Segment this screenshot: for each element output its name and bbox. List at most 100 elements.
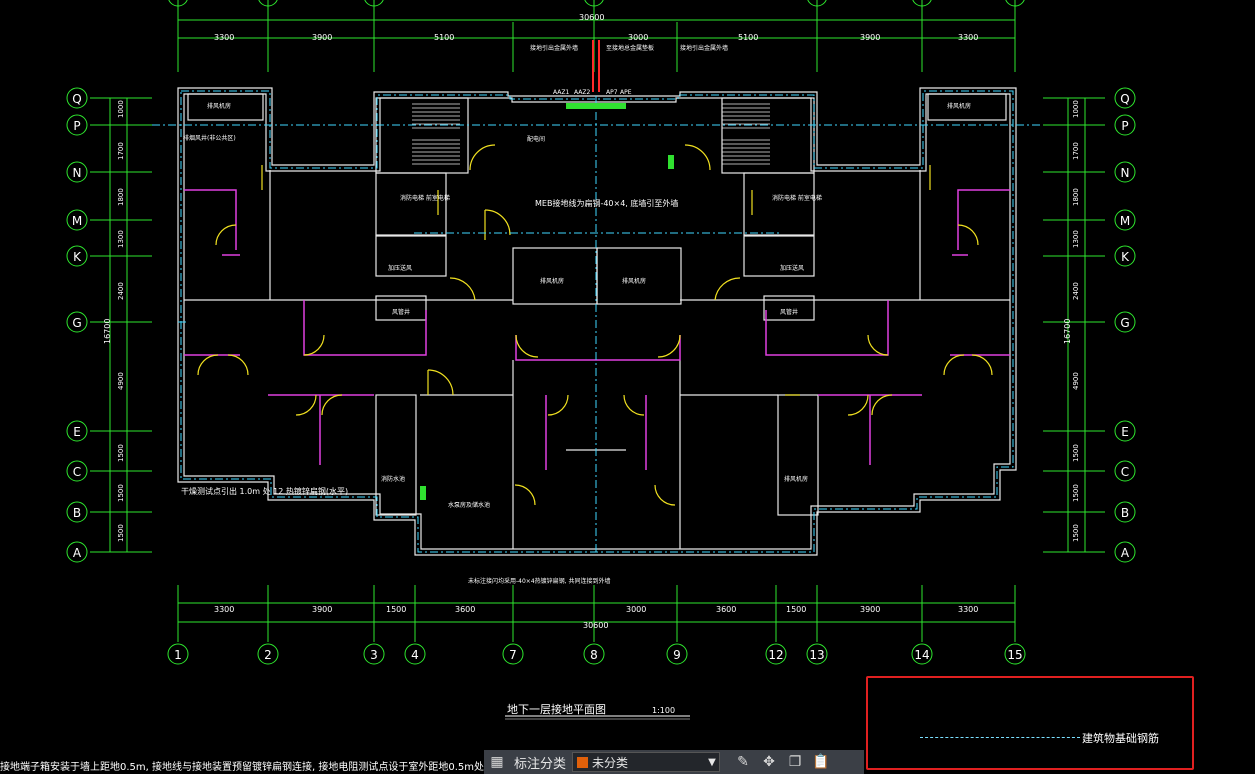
equip-label-3: AP7	[606, 89, 618, 96]
room-b: 排风机房	[622, 277, 646, 285]
left-dim-9: 1500	[117, 524, 125, 542]
bottom-dim-9: 3300	[958, 605, 978, 614]
toolbar-label: 标注分类	[514, 756, 567, 772]
axis-4: 4	[411, 648, 419, 662]
edit-icon[interactable]: ✎	[730, 750, 756, 774]
axis-14: 14	[914, 648, 929, 662]
room-left-low: 消防水池	[381, 475, 405, 483]
left-dim-5: 2400	[117, 282, 125, 300]
axis-P-left: P	[73, 119, 80, 133]
category-select-value: 未分类	[592, 755, 629, 770]
axis-M-left: M	[72, 214, 82, 228]
axis-B-right: B	[1121, 506, 1129, 520]
axis-A-right: A	[1121, 546, 1130, 560]
drawing-title: 地下一层接地平面图	[507, 703, 606, 716]
axis-P-right: P	[1121, 119, 1128, 133]
right-total-dim: 16700	[1063, 319, 1072, 344]
room-shaft-right: 风管井	[780, 308, 798, 316]
bottom-dim-3: 1500	[386, 605, 406, 614]
axis-Q-right: Q	[1120, 92, 1129, 106]
annotation-toolbar: ▦ 标注分类 未分类 ▼ ✎ ✥ ❐ 📋	[484, 750, 864, 774]
cad-drawing[interactable]: 30600 3300 3900 5100 3000 5100 3900 3300…	[0, 0, 1255, 774]
room-right-low: 排风机房	[784, 475, 808, 483]
axis-E-left: E	[73, 425, 81, 439]
left-total-dim: 16700	[103, 319, 112, 344]
axis-E-right: E	[1121, 425, 1129, 439]
axis-A-left: A	[73, 546, 82, 560]
top-note-1: 接地引出金属外墙	[530, 44, 578, 52]
equip-label-4: APE	[620, 89, 632, 96]
axis-G-right: G	[1120, 316, 1129, 330]
axis-1: 1	[174, 648, 182, 662]
axis-K-right: K	[1121, 250, 1130, 264]
axis-G-left: G	[72, 316, 81, 330]
left-dim-7: 1500	[117, 444, 125, 462]
right-dim-6: 4900	[1072, 372, 1080, 390]
room-left-2: 排烟风井(非公共区)	[183, 134, 236, 142]
equip-label-1: AAZ1	[553, 89, 569, 96]
bottom-center-note: 未标注接闪均采用-40×4热镀锌扁钢, 共同连接到外墙	[468, 577, 610, 585]
room-elevator-left: 消防电梯 前室电梯	[400, 194, 450, 202]
equip-label-2: AAZ2	[574, 89, 590, 96]
left-dim-3: 1800	[117, 188, 125, 206]
axis-M-right: M	[1120, 214, 1130, 228]
room-a: 排风机房	[540, 277, 564, 285]
bottom-dim-6: 3600	[716, 605, 736, 614]
right-dim-9: 1500	[1072, 524, 1080, 542]
legend-line-sample	[920, 737, 1080, 738]
axis-13: 13	[809, 648, 824, 662]
axis-12: 12	[768, 648, 783, 662]
room-right-top: 排风机房	[947, 102, 971, 110]
right-dim-7: 1500	[1072, 444, 1080, 462]
legend-selection-box[interactable]: 建筑物基础钢筋	[866, 676, 1194, 770]
grid-icon[interactable]: ▦	[484, 750, 510, 774]
right-dim-8: 1500	[1072, 484, 1080, 502]
axis-7: 7	[509, 648, 517, 662]
axis-9: 9	[673, 648, 681, 662]
axis-C-left: C	[73, 465, 81, 479]
room-mid-low: 水泵房及储水池	[448, 501, 490, 509]
category-select[interactable]: 未分类 ▼	[572, 752, 721, 772]
axis-B-left: B	[73, 506, 81, 520]
top-total-dim: 30600	[579, 13, 604, 22]
move-icon[interactable]: ✥	[756, 750, 782, 774]
axis-N-left: N	[73, 166, 82, 180]
right-dim-5: 2400	[1072, 282, 1080, 300]
footer-note: 接地端子箱安装于墙上距地0.5m, 接地线与接地装置预留镀锌扁钢连接, 接地电阻…	[0, 762, 485, 773]
left-dim-8: 1500	[117, 484, 125, 502]
room-elevator-right: 消防电梯 前室电梯	[772, 194, 822, 202]
top-dim-2: 3900	[312, 33, 332, 42]
copy-icon[interactable]: ❐	[782, 750, 808, 774]
bottom-dim-7: 1500	[786, 605, 806, 614]
axis-C-right: C	[1121, 465, 1129, 479]
bottom-dim-1: 3300	[214, 605, 234, 614]
legend-label: 建筑物基础钢筋	[1082, 732, 1159, 745]
bottom-dim-4: 3600	[455, 605, 475, 614]
top-dim-1: 3300	[214, 33, 234, 42]
right-dim-1: 1000	[1072, 100, 1080, 118]
room-pipe-left: 加压送风	[388, 264, 412, 272]
top-dim-5: 5100	[738, 33, 758, 42]
left-dim-2: 1700	[117, 142, 125, 160]
axis-15: 15	[1007, 648, 1022, 662]
axis-K-left: K	[73, 250, 82, 264]
right-dim-4: 1300	[1072, 230, 1080, 248]
bottom-dim-5: 3000	[626, 605, 646, 614]
top-dim-4: 3000	[628, 33, 648, 42]
axis-N-right: N	[1121, 166, 1130, 180]
bottom-dim-2: 3900	[312, 605, 332, 614]
axis-2: 2	[264, 648, 272, 662]
room-left-top: 排风机房	[207, 102, 231, 110]
left-dim-1: 1000	[117, 100, 125, 118]
top-note-3: 接地引出金属外墙	[680, 44, 728, 52]
bottom-dim-8: 3900	[860, 605, 880, 614]
category-color-swatch	[577, 756, 589, 768]
test-note: 干燥测试点引出 1.0m 处 12 热镀锌扁钢(水平)	[181, 486, 348, 496]
left-dim-4: 1300	[117, 230, 125, 248]
bottom-total-dim: 30600	[583, 621, 608, 630]
right-dim-3: 1800	[1072, 188, 1080, 206]
paste-icon[interactable]: 📋	[808, 750, 834, 774]
axis-Q-left: Q	[72, 92, 81, 106]
left-dim-6: 4900	[117, 372, 125, 390]
center-note: MEB接地线为扁钢-40×4, 底墙引至外墙	[535, 198, 678, 208]
